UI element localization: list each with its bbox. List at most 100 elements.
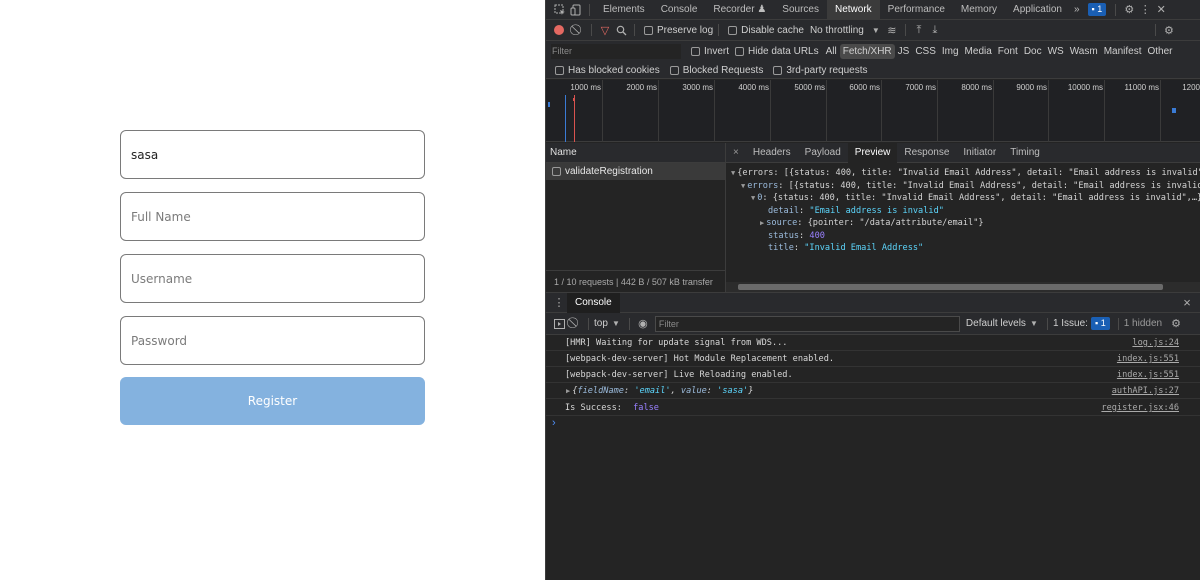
clear-console-icon[interactable]: ⃠ [567, 316, 583, 332]
filter-type-ws[interactable]: WS [1045, 44, 1067, 59]
more-tabs-button[interactable]: » [1070, 0, 1084, 20]
expand-triangle-icon[interactable]: ▼ [741, 182, 745, 190]
throttling-select[interactable]: No throttling [810, 25, 864, 36]
console-message-object[interactable]: ▶ {fieldName: 'email', value: 'sasa'} aut… [546, 383, 1200, 399]
filter-type-manifest[interactable]: Manifest [1101, 44, 1145, 59]
download-icon[interactable]: ⤓ [927, 22, 943, 38]
record-icon[interactable] [554, 25, 564, 35]
filter-type-js[interactable]: JS [895, 44, 913, 59]
filter-type-img[interactable]: Img [939, 44, 962, 59]
fullname-field[interactable] [120, 192, 425, 241]
username-field[interactable] [120, 254, 425, 303]
tab-preview[interactable]: Preview [847, 142, 898, 163]
network-conditions-icon[interactable]: ≋ [884, 22, 900, 38]
eye-icon[interactable]: ◉ [635, 316, 651, 332]
load-event-line [574, 95, 575, 142]
inspect-element-icon[interactable] [552, 2, 568, 18]
timeline-tick: 3000 ms [682, 80, 715, 142]
name-column-header[interactable]: Name [546, 143, 725, 163]
console-issues-badge-count: 1 [1100, 318, 1106, 328]
gear-icon[interactable]: ⚙ [1121, 2, 1137, 18]
collapse-triangle-icon[interactable]: ▶ [566, 387, 570, 395]
hide-data-urls-label: Hide data URLs [748, 46, 819, 57]
tab-initiator[interactable]: Initiator [956, 143, 1003, 163]
invert-label: Invert [704, 46, 730, 57]
tab-timing[interactable]: Timing [1003, 143, 1047, 163]
json-item-0-line[interactable]: ▼ 0: {status: 400, title: "Invalid Email … [726, 192, 1200, 205]
third-party-checkbox[interactable] [773, 65, 783, 75]
chevron-down-icon[interactable]: ▼ [868, 22, 884, 38]
device-toolbar-icon[interactable] [568, 2, 584, 18]
source-link[interactable]: authAPI.js:27 [1112, 383, 1179, 399]
source-link[interactable]: register.jsx:46 [1101, 400, 1179, 416]
network-timeline-overview[interactable]: 1000 ms 2000 ms 3000 ms 4000 ms 5000 ms … [546, 80, 1200, 142]
tab-headers[interactable]: Headers [746, 143, 798, 163]
console-prompt[interactable]: › [552, 417, 556, 429]
source-link[interactable]: index.js:551 [1117, 351, 1179, 367]
log-levels-select[interactable]: Default levels [966, 318, 1026, 329]
tab-recorder[interactable]: Recorder ♟ [705, 0, 774, 20]
blocked-requests-checkbox[interactable] [669, 65, 679, 75]
json-source-line[interactable]: ▶ source: {pointer: "/data/attribute/emai… [726, 217, 1200, 230]
console-filter-input[interactable]: Filter [654, 315, 960, 332]
upload-icon[interactable]: ⤒ [911, 22, 927, 38]
search-icon[interactable] [613, 22, 629, 38]
request-row[interactable]: validateRegistration [546, 163, 725, 180]
filter-type-font[interactable]: Font [995, 44, 1021, 59]
filter-type-fetch-xhr[interactable]: Fetch/XHR [839, 44, 895, 59]
network-filter-input[interactable]: Filter [551, 44, 681, 59]
tab-console[interactable]: Console [653, 0, 706, 20]
close-icon[interactable]: ✕ [1153, 2, 1169, 18]
close-drawer-icon[interactable]: × [1179, 295, 1195, 311]
json-errors-line[interactable]: ▼ errors: [{status: 400, title: "Invalid … [726, 180, 1200, 193]
tab-console-drawer[interactable]: Console [567, 292, 620, 313]
tab-payload[interactable]: Payload [798, 143, 848, 163]
expand-triangle-icon[interactable]: ▼ [751, 194, 755, 202]
disable-cache-checkbox[interactable] [728, 25, 738, 35]
tab-application[interactable]: Application [1005, 0, 1070, 20]
request-bar [573, 98, 575, 101]
horizontal-scrollbar[interactable] [726, 282, 1200, 292]
filter-type-media[interactable]: Media [962, 44, 995, 59]
email-field[interactable] [120, 130, 425, 179]
sidebar-toggle-icon[interactable] [551, 316, 567, 332]
password-field[interactable] [120, 316, 425, 365]
filter-type-css[interactable]: CSS [912, 44, 939, 59]
preserve-log-checkbox[interactable] [644, 25, 653, 35]
console-issues-badge[interactable]: ▪ 1 [1090, 317, 1110, 330]
hide-data-urls-checkbox[interactable] [735, 47, 745, 56]
scrollbar-thumb[interactable] [738, 284, 1163, 290]
invert-checkbox[interactable] [691, 47, 700, 56]
close-detail-icon[interactable]: × [726, 143, 746, 163]
console-message-text: [HMR] Waiting for update signal from WDS… [565, 338, 788, 348]
network-settings-gear-icon[interactable]: ⚙ [1161, 22, 1177, 38]
source-link[interactable]: log.js:24 [1132, 335, 1179, 351]
expand-triangle-icon[interactable]: ▼ [731, 169, 735, 177]
console-issues-link[interactable]: 1 Issue: [1053, 318, 1088, 329]
tab-sources[interactable]: Sources [774, 0, 827, 20]
source-link[interactable]: index.js:551 [1117, 367, 1179, 383]
tab-network[interactable]: Network [826, 0, 880, 20]
filter-type-all[interactable]: All [823, 44, 840, 59]
filter-type-wasm[interactable]: Wasm [1067, 44, 1101, 59]
collapse-triangle-icon[interactable]: ▶ [760, 219, 764, 227]
context-select[interactable]: top [594, 318, 608, 329]
filter-icon[interactable]: ▽ [597, 22, 613, 38]
drawer-menu-icon[interactable]: ⋮ [551, 295, 567, 311]
issues-badge[interactable]: ▪ 1 [1087, 3, 1107, 16]
json-root-line[interactable]: ▼ {errors: [{status: 400, title: "Invalid… [726, 167, 1200, 180]
tab-performance[interactable]: Performance [880, 0, 953, 20]
tab-response[interactable]: Response [897, 143, 956, 163]
request-name: validateRegistration [565, 166, 653, 177]
kebab-menu-icon[interactable]: ⋮ [1137, 2, 1153, 18]
filter-type-other[interactable]: Other [1144, 44, 1175, 59]
tab-memory[interactable]: Memory [953, 0, 1005, 20]
has-blocked-cookies-checkbox[interactable] [555, 65, 564, 75]
chevron-down-icon[interactable]: ▼ [1026, 316, 1042, 332]
filter-type-doc[interactable]: Doc [1021, 44, 1045, 59]
console-settings-gear-icon[interactable]: ⚙ [1168, 316, 1184, 332]
tab-elements[interactable]: Elements [595, 0, 653, 20]
clear-icon[interactable]: ⃠ [570, 22, 586, 38]
register-button[interactable]: Register [120, 377, 425, 425]
chevron-down-icon[interactable]: ▼ [608, 316, 624, 332]
